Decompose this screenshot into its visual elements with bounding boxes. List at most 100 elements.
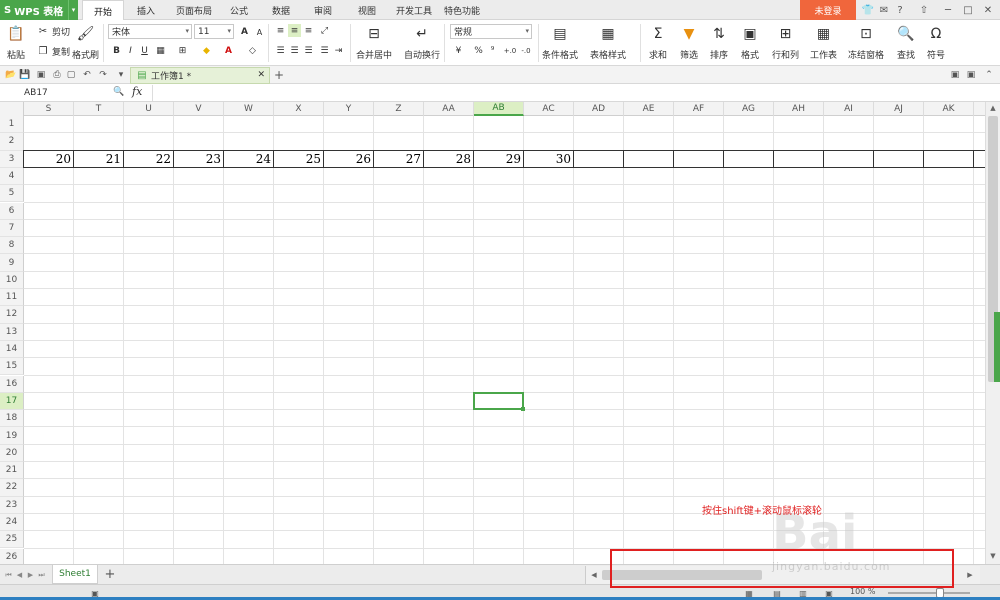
zoom-slider[interactable]: [888, 592, 970, 594]
conditional-format-button[interactable]: ▤ 条件格式: [542, 24, 578, 61]
align-right-icon[interactable]: ☰: [302, 44, 315, 57]
layout-icon[interactable]: ▣: [948, 68, 962, 82]
font-size-select[interactable]: 11 ▾: [194, 24, 234, 39]
rows-columns-button[interactable]: ⊞ 行和列: [772, 24, 799, 61]
cell-row3[interactable]: 24: [224, 151, 274, 168]
row-header[interactable]: 15: [0, 358, 24, 376]
column-header[interactable]: AF: [674, 102, 724, 116]
column-header[interactable]: X: [274, 102, 324, 116]
function-icon[interactable]: fx: [132, 85, 142, 98]
chevron-left-icon[interactable]: ◀: [588, 569, 600, 581]
chevron-down-icon[interactable]: ▾: [114, 68, 128, 82]
copy-button[interactable]: ❐ 复制: [36, 44, 71, 58]
column-header[interactable]: AC: [524, 102, 574, 116]
chevron-right-icon[interactable]: ▶: [964, 569, 976, 581]
align-top-icon[interactable]: ≡: [274, 24, 287, 37]
minimize-icon[interactable]: ─: [940, 2, 956, 18]
select-all-corner[interactable]: [0, 102, 24, 116]
find-button[interactable]: 🔍 查找: [896, 24, 916, 61]
chevron-up-icon[interactable]: ▲: [986, 102, 1000, 114]
sort-button[interactable]: ⇅ 排序: [709, 24, 729, 61]
column-header[interactable]: AA: [424, 102, 474, 116]
increase-decimal-button[interactable]: +.0: [502, 44, 518, 57]
open-folder-icon[interactable]: 📂: [4, 68, 18, 82]
row-header[interactable]: 1: [0, 116, 24, 134]
zoom-level[interactable]: 100 %: [850, 587, 875, 596]
tab-view[interactable]: 视图: [350, 0, 384, 20]
row-header[interactable]: 5: [0, 185, 24, 203]
align-center-icon[interactable]: ☰: [288, 44, 301, 57]
tab-insert[interactable]: 插入: [128, 0, 164, 20]
column-header[interactable]: Z: [374, 102, 424, 116]
undo-icon[interactable]: ↶: [80, 68, 94, 82]
paste-button[interactable]: 📋 粘贴: [6, 24, 26, 61]
row-header[interactable]: 17: [0, 392, 24, 411]
bold-button[interactable]: B: [110, 44, 123, 57]
column-header[interactable]: AG: [724, 102, 774, 116]
export-pdf-icon[interactable]: ▣: [34, 68, 48, 82]
row-header[interactable]: 12: [0, 306, 24, 324]
chevron-up-icon[interactable]: ⌃: [982, 68, 996, 82]
comma-style-button[interactable]: ⁹: [486, 44, 499, 57]
sheet-tab-sheet1[interactable]: Sheet1: [52, 565, 98, 584]
row-header[interactable]: 9: [0, 254, 24, 272]
close-icon[interactable]: ✕: [257, 70, 265, 80]
cell-row3[interactable]: 20: [24, 151, 74, 168]
align-bottom-icon[interactable]: ≡: [302, 24, 315, 37]
row-header[interactable]: 20: [0, 444, 24, 462]
help-icon[interactable]: ?: [892, 2, 908, 18]
name-box[interactable]: AB17: [24, 86, 106, 100]
cut-button[interactable]: ✂ 剪切: [36, 24, 70, 38]
currency-icon[interactable]: ¥: [452, 44, 465, 57]
prev-sheet-icon[interactable]: ◀: [15, 569, 24, 581]
column-header[interactable]: Y: [324, 102, 374, 116]
merge-center-button[interactable]: ⊟ 合并居中: [356, 24, 392, 61]
cell-row3[interactable]: 29: [474, 151, 524, 168]
merge-cells-icon[interactable]: ⊞: [176, 44, 189, 57]
sum-button[interactable]: Σ 求和: [648, 24, 668, 61]
close-icon[interactable]: ✕: [980, 2, 996, 18]
symbol-button[interactable]: Ω 符号: [926, 24, 946, 61]
column-header[interactable]: AH: [774, 102, 824, 116]
row-header[interactable]: 19: [0, 427, 24, 445]
last-sheet-icon[interactable]: ⏭: [37, 569, 46, 581]
zoom-icon[interactable]: 🔍: [112, 85, 126, 99]
table-style-button[interactable]: ▦ 表格样式: [590, 24, 626, 61]
tab-formulas[interactable]: 公式: [222, 0, 256, 20]
column-header[interactable]: AJ: [874, 102, 924, 116]
justify-icon[interactable]: ☰: [318, 44, 331, 57]
row-header[interactable]: 6: [0, 202, 24, 220]
font-shrink-button[interactable]: A: [253, 26, 266, 39]
worksheet-button[interactable]: ▦ 工作表: [810, 24, 837, 61]
cell-row3[interactable]: 28: [424, 151, 474, 168]
column-header[interactable]: W: [224, 102, 274, 116]
cell-row3[interactable]: 22: [124, 151, 174, 168]
tab-home[interactable]: 开始: [82, 0, 124, 21]
cell-row3[interactable]: 23: [174, 151, 224, 168]
row-header[interactable]: 26: [0, 548, 24, 564]
row-header[interactable]: 22: [0, 479, 24, 497]
maximize-icon[interactable]: □: [960, 2, 976, 18]
underline-button[interactable]: U: [138, 44, 151, 57]
next-sheet-icon[interactable]: ▶: [26, 569, 35, 581]
row-header[interactable]: 23: [0, 496, 24, 514]
print-preview-icon[interactable]: ▢: [64, 68, 78, 82]
percent-button[interactable]: %: [472, 44, 485, 57]
wrap-text-button[interactable]: ↵ 自动换行: [404, 24, 440, 61]
row-header[interactable]: 3: [0, 150, 24, 168]
row-header[interactable]: 2: [0, 133, 24, 151]
first-sheet-icon[interactable]: ⏮: [4, 569, 13, 581]
font-color-icon[interactable]: A: [222, 44, 235, 57]
row-header[interactable]: 16: [0, 375, 24, 393]
align-left-icon[interactable]: ☰: [274, 44, 287, 57]
row-header[interactable]: 13: [0, 323, 24, 341]
number-format-select[interactable]: 常规 ▾: [450, 24, 532, 39]
cell-row3[interactable]: 25: [274, 151, 324, 168]
format-painter-button[interactable]: 🖌 格式刷: [72, 24, 99, 61]
align-middle-icon[interactable]: ≡: [288, 24, 301, 37]
indent-icon[interactable]: ⇥: [332, 44, 345, 57]
formula-input[interactable]: [152, 85, 998, 101]
row-header[interactable]: 11: [0, 289, 24, 307]
font-name-select[interactable]: 宋体 ▾: [108, 24, 192, 39]
cell-row3[interactable]: 26: [324, 151, 374, 168]
